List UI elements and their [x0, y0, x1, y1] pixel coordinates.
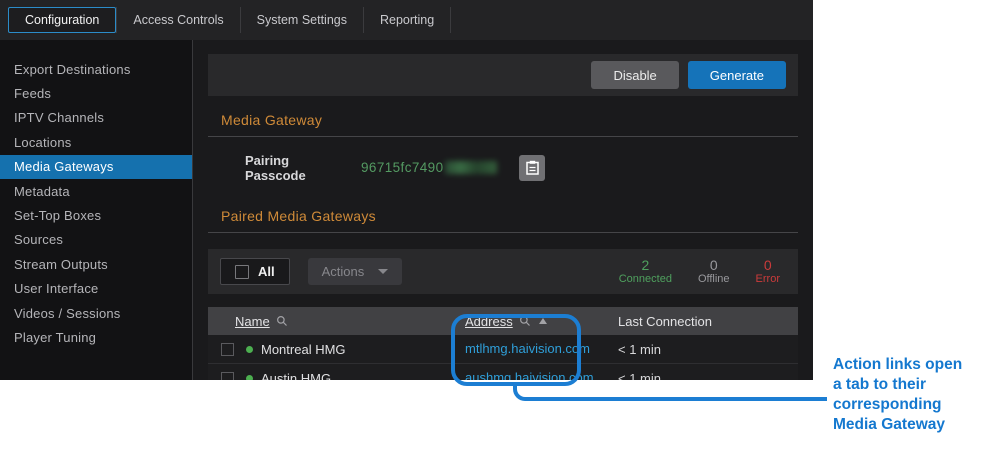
- table-row: Montreal HMG mtlhmg.haivision.com < 1 mi…: [208, 335, 798, 364]
- column-header-last-connection: Last Connection: [618, 314, 798, 329]
- status-connected-dot: [246, 375, 253, 381]
- actions-dropdown[interactable]: Actions: [308, 258, 403, 285]
- pairing-passcode-row: Pairing Passcode 96715fc7490: [208, 154, 798, 181]
- sort-ascending-icon[interactable]: [539, 318, 547, 324]
- error-count-label: Error: [756, 273, 780, 286]
- sidebar-item-media-gateways[interactable]: Media Gateways: [0, 155, 192, 179]
- tab-access-controls[interactable]: Access Controls: [117, 7, 239, 33]
- connected-count: 2 Connected: [619, 257, 672, 286]
- search-icon[interactable]: [519, 315, 531, 327]
- actions-label: Actions: [322, 264, 365, 279]
- pairing-passcode-redacted-blur: [445, 161, 497, 174]
- sidebar-item-sources[interactable]: Sources: [0, 228, 192, 252]
- app-window: Configuration Access Controls System Set…: [0, 0, 813, 380]
- sidebar-item-locations[interactable]: Locations: [0, 130, 192, 154]
- error-count: 0 Error: [756, 257, 780, 286]
- paired-media-gateways-section-title: Paired Media Gateways: [208, 201, 798, 233]
- action-toolbar: Disable Generate: [208, 54, 798, 96]
- page: Configuration Access Controls System Set…: [0, 0, 1000, 456]
- sidebar-item-player-tuning[interactable]: Player Tuning: [0, 325, 192, 349]
- offline-count-value: 0: [698, 257, 730, 273]
- row-checkbox[interactable]: [221, 343, 234, 356]
- last-connection-column-label: Last Connection: [618, 314, 712, 329]
- sidebar-item-user-interface[interactable]: User Interface: [0, 277, 192, 301]
- callout-text-line: a tab to their: [833, 375, 998, 395]
- name-column-label[interactable]: Name: [235, 314, 270, 329]
- main-content: Disable Generate Media Gateway Pairing P…: [193, 40, 813, 380]
- column-header-address[interactable]: Address: [465, 314, 618, 329]
- gateway-name: Montreal HMG: [261, 342, 346, 357]
- sidebar: Export Destinations Feeds IPTV Channels …: [0, 40, 193, 380]
- last-connection-value: < 1 min: [618, 342, 798, 357]
- top-nav: Configuration Access Controls System Set…: [0, 0, 813, 40]
- callout-text-line: corresponding: [833, 395, 998, 415]
- last-connection-value: < 1 min: [618, 371, 798, 381]
- gateway-name: Austin HMG: [261, 371, 331, 381]
- list-toolbar: All Actions 2 Connected 0 Offline: [208, 249, 798, 294]
- disable-button[interactable]: Disable: [591, 61, 678, 89]
- search-icon[interactable]: [276, 315, 288, 327]
- select-all-checkbox[interactable]: [235, 265, 249, 279]
- address-column-label[interactable]: Address: [465, 314, 513, 329]
- callout-text-line: Media Gateway: [833, 415, 998, 435]
- tab-configuration[interactable]: Configuration: [8, 7, 116, 33]
- sidebar-item-iptv-channels[interactable]: IPTV Channels: [0, 106, 192, 130]
- sidebar-item-set-top-boxes[interactable]: Set-Top Boxes: [0, 203, 192, 227]
- gateway-address-link[interactable]: aushmg.haivision.com: [465, 370, 594, 380]
- chevron-down-icon: [378, 269, 388, 274]
- sidebar-item-export-destinations[interactable]: Export Destinations: [0, 57, 192, 81]
- connected-count-label: Connected: [619, 273, 672, 286]
- clipboard-icon: [526, 160, 539, 175]
- gateways-table: Name Address Last Connection: [208, 307, 798, 380]
- nav-divider: [450, 7, 451, 33]
- row-checkbox[interactable]: [221, 372, 234, 381]
- status-counts: 2 Connected 0 Offline 0 Error: [619, 257, 786, 286]
- table-row: Austin HMG aushmg.haivision.com < 1 min: [208, 364, 798, 380]
- sidebar-item-videos-sessions[interactable]: Videos / Sessions: [0, 301, 192, 325]
- tab-system-settings[interactable]: System Settings: [241, 7, 363, 33]
- sidebar-item-feeds[interactable]: Feeds: [0, 81, 192, 105]
- offline-count-label: Offline: [698, 273, 730, 286]
- error-count-value: 0: [756, 257, 780, 273]
- status-connected-dot: [246, 346, 253, 353]
- callout-text-line: Action links open: [833, 355, 998, 375]
- copy-passcode-button[interactable]: [519, 155, 545, 181]
- column-header-name[interactable]: Name: [235, 314, 465, 329]
- tab-reporting[interactable]: Reporting: [364, 7, 450, 33]
- pairing-passcode-label: Pairing Passcode: [245, 153, 347, 183]
- callout-text: Action links open a tab to their corresp…: [833, 355, 998, 435]
- offline-count: 0 Offline: [698, 257, 730, 286]
- gateway-address-link[interactable]: mtlhmg.haivision.com: [465, 341, 590, 356]
- sidebar-item-metadata[interactable]: Metadata: [0, 179, 192, 203]
- sidebar-item-stream-outputs[interactable]: Stream Outputs: [0, 252, 192, 276]
- media-gateway-section-title: Media Gateway: [208, 105, 798, 137]
- table-header: Name Address Last Connection: [208, 307, 798, 335]
- select-all-label: All: [258, 264, 275, 279]
- select-all-button[interactable]: All: [220, 258, 290, 285]
- connected-count-value: 2: [619, 257, 672, 273]
- callout-connector-line: [513, 385, 827, 401]
- generate-button[interactable]: Generate: [688, 61, 786, 89]
- pairing-passcode-value: 96715fc7490: [361, 160, 443, 175]
